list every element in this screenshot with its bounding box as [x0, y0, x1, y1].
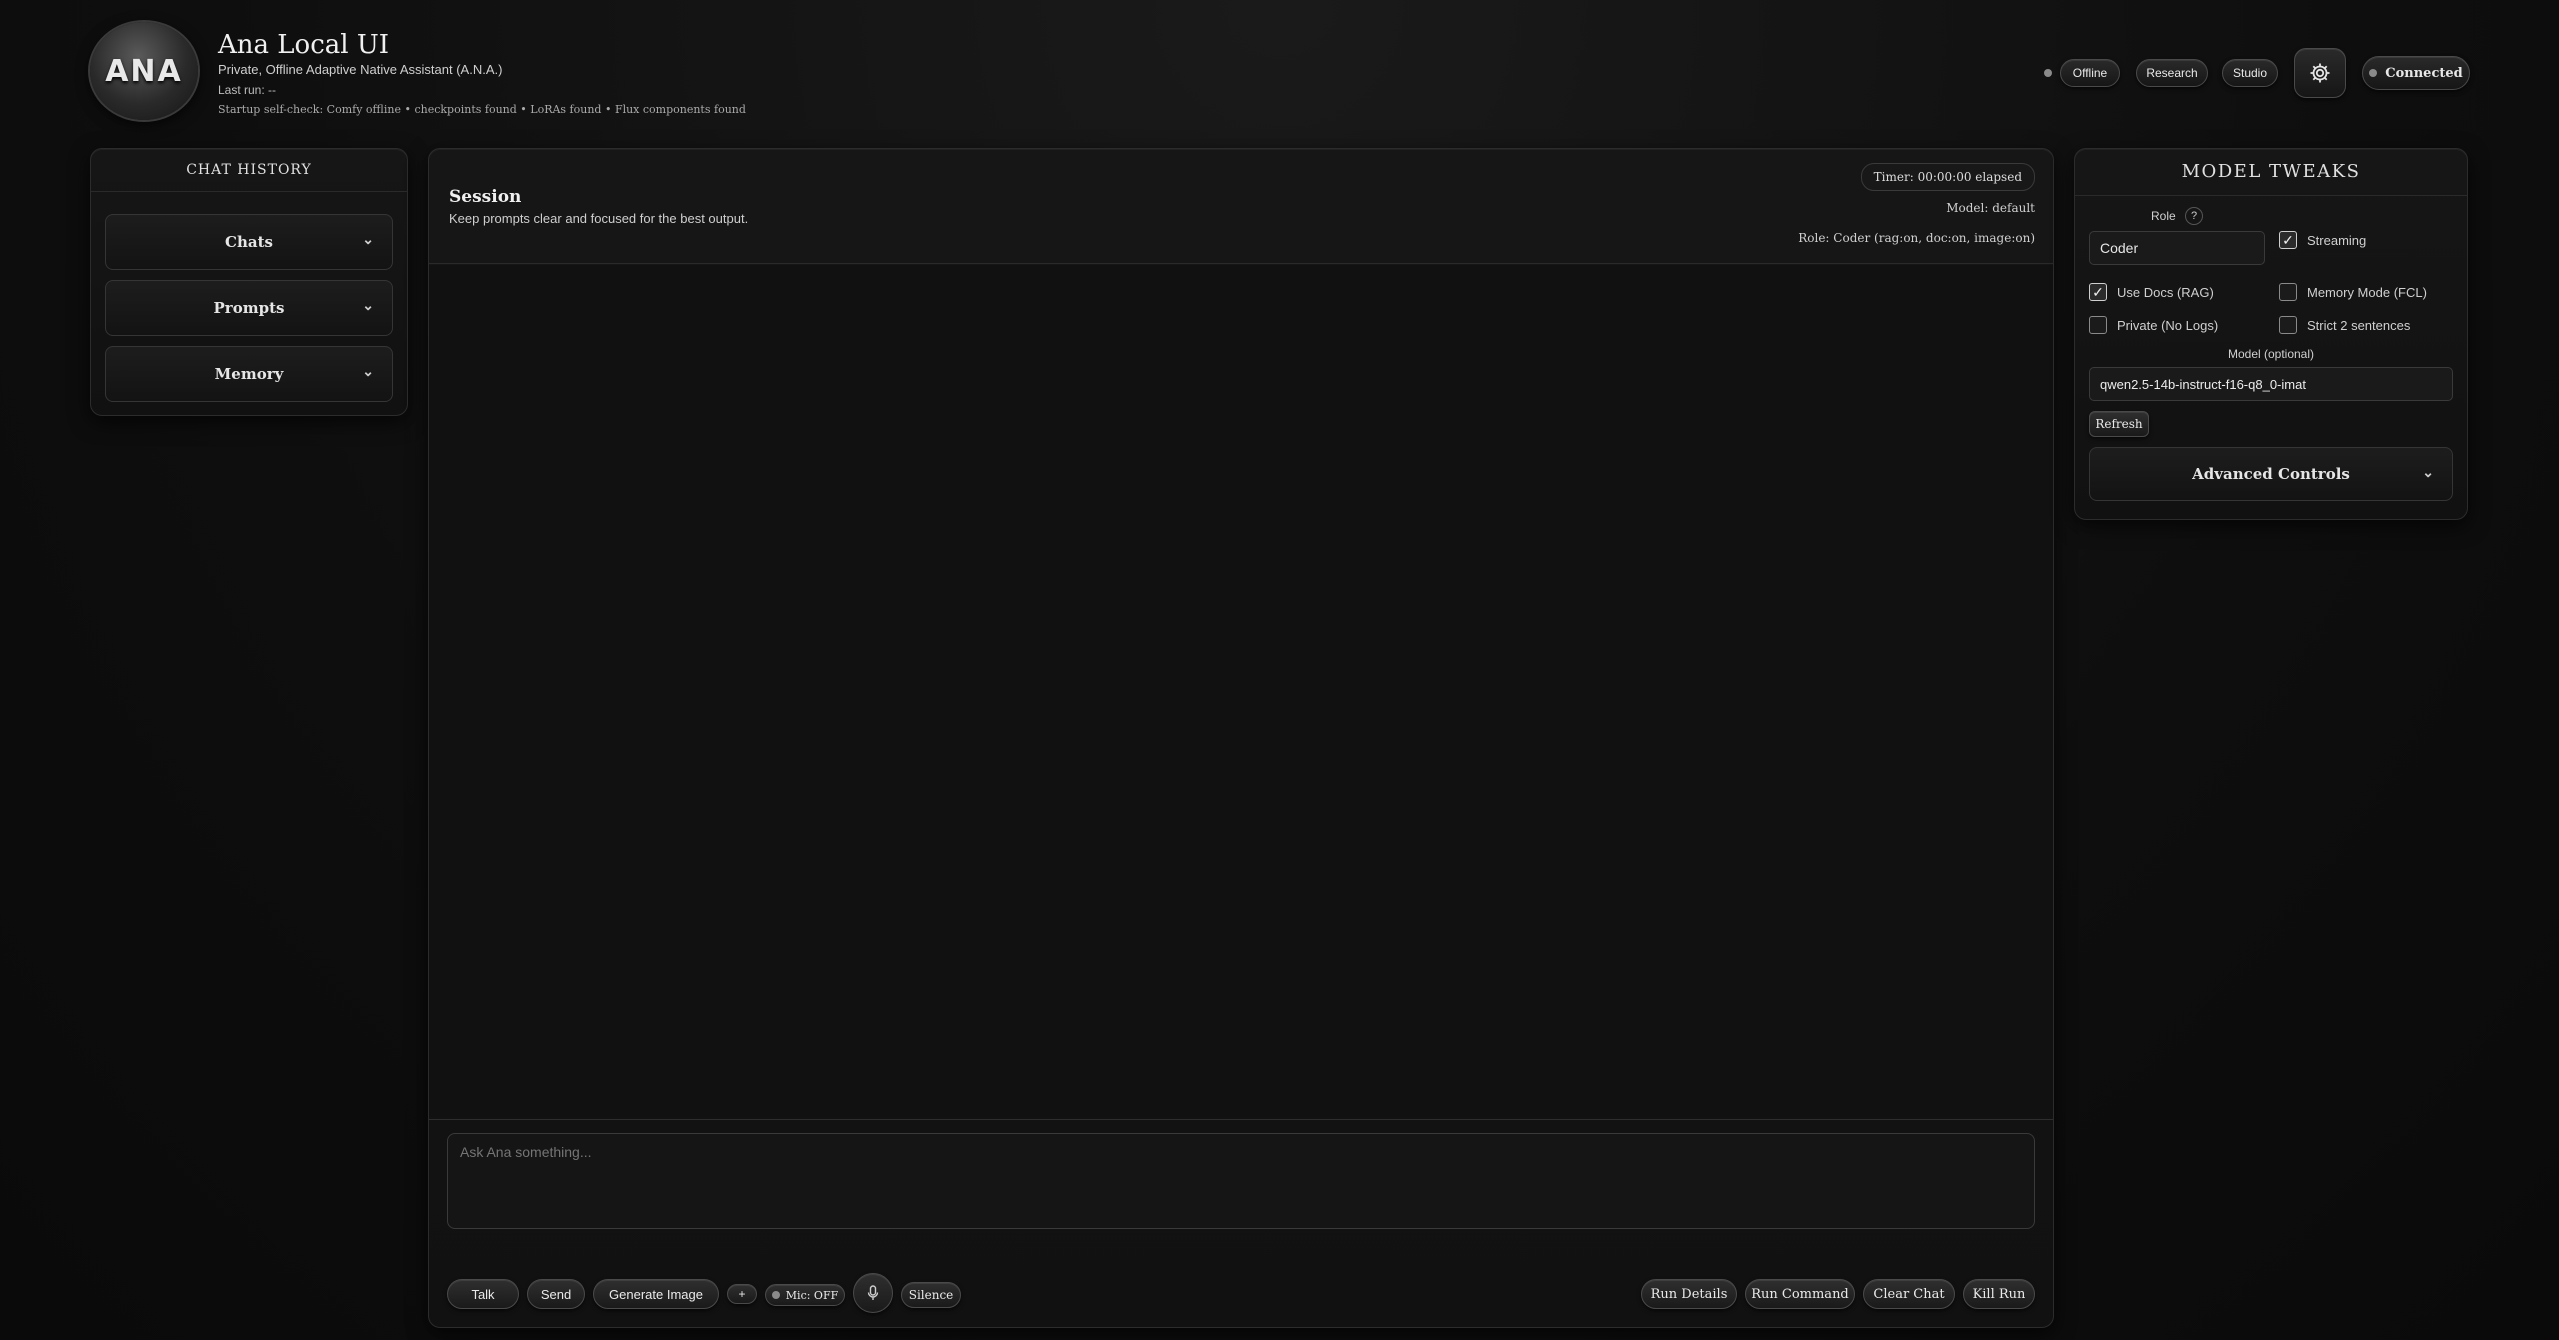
session-hint: Keep prompts clear and focused for the b… — [449, 211, 749, 226]
send-button[interactable]: Send — [527, 1279, 585, 1309]
self-check-status: Startup self-check: Comfy offline • chec… — [218, 103, 746, 116]
chevron-down-icon: ⌄ — [362, 298, 374, 314]
chats-accordion[interactable]: Chats ⌄ — [105, 214, 393, 270]
run-details-button[interactable]: Run Details — [1641, 1279, 1737, 1309]
strict-label: Strict 2 sentences — [2307, 318, 2411, 333]
model-tweaks-panel: MODEL TWEAKS Role ? Coder ✓ Streaming ✓ … — [2074, 148, 2468, 520]
chat-log[interactable] — [429, 265, 2053, 1117]
use-docs-checkbox[interactable]: ✓ — [2089, 283, 2107, 301]
kill-run-button[interactable]: Kill Run — [1963, 1279, 2035, 1309]
advanced-controls-accordion[interactable]: Advanced Controls ⌄ — [2089, 447, 2453, 501]
refresh-button[interactable]: Refresh — [2089, 411, 2149, 437]
session-header: Session Keep prompts clear and focused f… — [429, 149, 2053, 264]
prompts-label: Prompts — [213, 299, 285, 317]
advanced-controls-label: Advanced Controls — [2192, 465, 2350, 483]
prompt-input[interactable] — [447, 1133, 2035, 1229]
generate-image-button[interactable]: Generate Image — [593, 1279, 719, 1309]
role-select[interactable]: Coder — [2089, 231, 2265, 265]
role-label: Role — [2151, 209, 2176, 223]
chevron-down-icon: ⌄ — [362, 364, 374, 380]
private-label: Private (No Logs) — [2117, 318, 2219, 333]
model-label: Model (optional) — [2227, 347, 2315, 361]
connection-status: Connected — [2362, 56, 2470, 90]
mic-button[interactable] — [853, 1273, 893, 1313]
mic-status: Mic: OFF — [765, 1284, 845, 1306]
ana-logo: ANA — [90, 22, 198, 120]
logo-text: ANA — [105, 53, 183, 89]
chevron-down-icon: ⌄ — [2422, 465, 2434, 481]
chevron-down-icon: ⌄ — [362, 232, 374, 248]
session-title: Session — [449, 187, 522, 207]
silence-button[interactable]: Silence — [901, 1282, 961, 1308]
composer-divider — [429, 1119, 2053, 1120]
app-subtitle: Private, Offline Adaptive Native Assista… — [218, 62, 503, 77]
use-docs-label: Use Docs (RAG) — [2117, 285, 2214, 300]
memory-label: Memory — [214, 365, 284, 383]
session-timer: Timer: 00:00:00 elapsed — [1860, 163, 2035, 191]
connection-label: Connected — [2385, 65, 2463, 81]
add-button[interactable]: + — [727, 1284, 757, 1304]
model-input[interactable] — [2089, 367, 2453, 401]
private-checkbox[interactable] — [2089, 316, 2107, 334]
talk-button[interactable]: Talk — [447, 1279, 519, 1309]
mode-research-button[interactable]: Research — [2136, 59, 2208, 87]
mode-status-dot — [2044, 69, 2052, 77]
memory-mode-checkbox[interactable] — [2279, 283, 2297, 301]
session-model: Model: default — [1946, 201, 2035, 215]
chat-history-panel: CHAT HISTORY Chats ⌄ Prompts ⌄ Memory ⌄ — [90, 148, 408, 416]
chats-label: Chats — [225, 233, 273, 251]
mic-status-label: Mic: OFF — [785, 1288, 839, 1302]
app-title: Ana Local UI — [218, 30, 390, 60]
mode-offline-button[interactable]: Offline — [2060, 59, 2120, 87]
session-panel: Session Keep prompts clear and focused f… — [428, 148, 2054, 1328]
role-value: Coder — [2100, 240, 2139, 256]
microphone-icon — [867, 1285, 879, 1300]
settings-button[interactable] — [2294, 48, 2346, 98]
gear-icon — [2310, 63, 2330, 83]
model-tweaks-title: MODEL TWEAKS — [2075, 149, 2467, 196]
streaming-label: Streaming — [2307, 233, 2367, 248]
last-run: Last run: -- — [218, 83, 277, 97]
clear-chat-button[interactable]: Clear Chat — [1863, 1279, 1955, 1309]
streaming-checkbox[interactable]: ✓ — [2279, 231, 2297, 249]
mic-dot — [771, 1291, 780, 1299]
chat-history-title: CHAT HISTORY — [91, 149, 407, 192]
connection-dot — [2369, 69, 2378, 77]
run-command-button[interactable]: Run Command — [1745, 1279, 1855, 1309]
memory-mode-label: Memory Mode (FCL) — [2307, 285, 2427, 300]
strict-checkbox[interactable] — [2279, 316, 2297, 334]
mode-studio-button[interactable]: Studio — [2222, 59, 2278, 87]
memory-accordion[interactable]: Memory ⌄ — [105, 346, 393, 402]
prompts-accordion[interactable]: Prompts ⌄ — [105, 280, 393, 336]
session-role: Role: Coder (rag:on, doc:on, image:on) — [1798, 231, 2035, 245]
role-help-icon[interactable]: ? — [2185, 207, 2203, 225]
